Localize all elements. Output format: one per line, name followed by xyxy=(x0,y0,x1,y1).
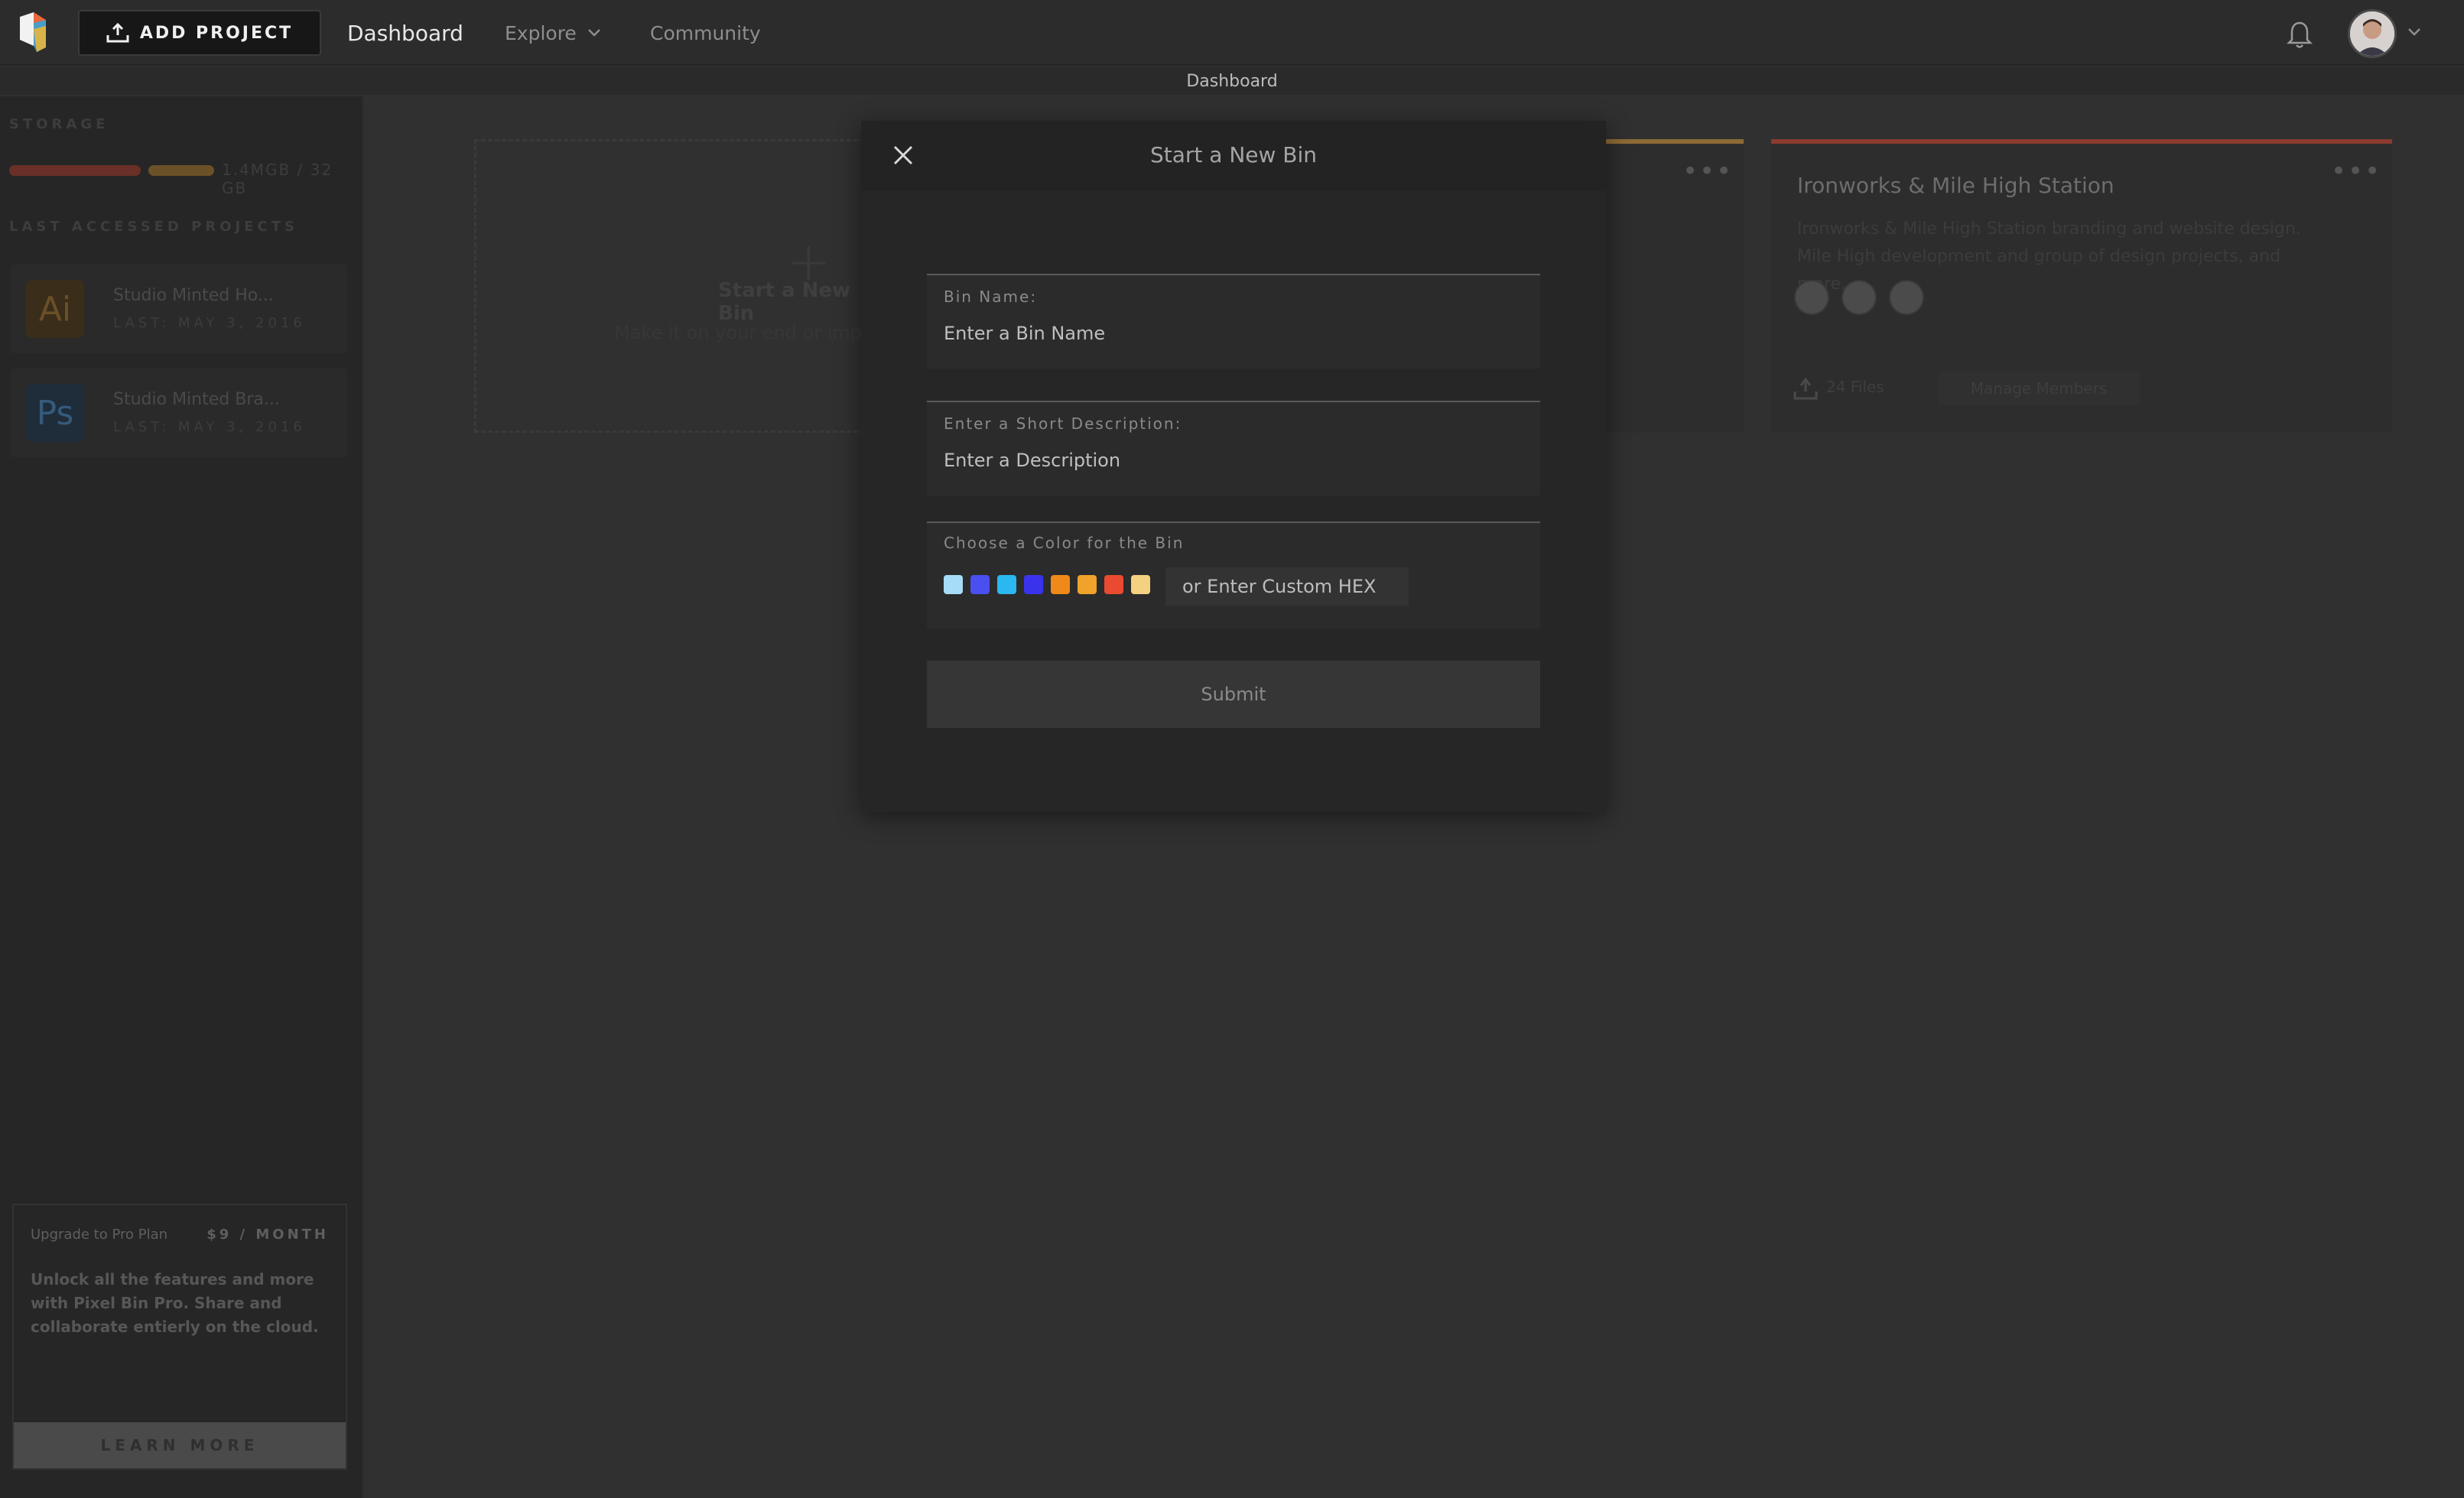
bin-file-count: 24 Files xyxy=(1826,378,1884,396)
pixel-bin-logo-icon[interactable] xyxy=(17,12,49,52)
description-label: Enter a Short Description: xyxy=(944,414,1182,433)
description-field: Enter a Short Description: xyxy=(927,401,1540,496)
nav-dashboard-label: Dashboard xyxy=(347,20,463,46)
color-swatch-list xyxy=(944,575,1150,594)
sidebar: STORAGE 1.4MGB / 32 GB LAST ACCESSED PRO… xyxy=(0,96,364,1498)
color-picker-label: Choose a Color for the Bin xyxy=(944,534,1185,552)
project-name: Studio Minted Bra... xyxy=(113,390,280,409)
bin-name-input[interactable] xyxy=(942,318,1523,349)
add-project-button[interactable]: ADD PROJECT xyxy=(78,10,321,56)
new-bin-modal: Start a New Bin Bin Name: Enter a Short … xyxy=(861,121,1606,812)
storage-bar-secondary xyxy=(148,165,214,176)
bin-name-field: Bin Name: xyxy=(927,274,1540,369)
project-name: Studio Minted Ho... xyxy=(113,286,274,305)
learn-more-button[interactable]: LEARN MORE xyxy=(14,1422,346,1468)
nav-community-label: Community xyxy=(650,21,761,44)
start-new-bin-card[interactable]: + Start a New Bin Make it on your end or… xyxy=(474,139,905,433)
project-date: LAST: MAY 3, 2016 xyxy=(113,419,306,435)
user-portrait-icon xyxy=(2350,11,2394,56)
recent-project-item[interactable]: Ai Studio Minted Ho... LAST: MAY 3, 2016 xyxy=(11,265,347,353)
custom-hex-input[interactable] xyxy=(1165,567,1409,606)
modal-title: Start a New Bin xyxy=(1149,141,1318,167)
notification-bell-icon[interactable] xyxy=(2287,20,2313,49)
new-bin-card-title: Start a New Bin xyxy=(718,279,851,325)
color-swatch[interactable] xyxy=(997,575,1016,594)
bin-card[interactable]: ••• Ironworks & Mile High Station Ironwo… xyxy=(1771,139,2392,433)
page-subheader: Dashboard xyxy=(0,67,2464,95)
color-swatch[interactable] xyxy=(1131,575,1150,594)
nav-explore-label: Explore xyxy=(505,21,577,44)
color-swatch[interactable] xyxy=(970,575,990,594)
color-picker-field: Choose a Color for the Bin xyxy=(927,522,1540,629)
account-menu-chevron-icon[interactable] xyxy=(2407,28,2421,37)
color-swatch[interactable] xyxy=(1024,575,1043,594)
page-title: Dashboard xyxy=(1186,71,1278,91)
member-avatar[interactable] xyxy=(1841,280,1877,315)
chevron-down-icon xyxy=(587,29,600,37)
nav-explore-dropdown[interactable]: Explore xyxy=(505,0,601,66)
upgrade-promo-box: Upgrade to Pro Plan $9 / MONTH Unlock al… xyxy=(12,1204,347,1470)
recent-project-item[interactable]: Ps Studio Minted Bra... LAST: MAY 3, 201… xyxy=(11,369,347,457)
upgrade-title: Upgrade to Pro Plan xyxy=(31,1227,168,1243)
user-avatar[interactable] xyxy=(2348,9,2397,58)
more-options-icon[interactable]: ••• xyxy=(1682,156,1733,187)
add-project-label: ADD PROJECT xyxy=(139,23,294,43)
upgrade-description: Unlock all the features and more with Pi… xyxy=(31,1270,319,1336)
bin-accent-bar xyxy=(1771,139,2392,144)
upload-tray-icon xyxy=(1793,378,1818,400)
storage-usage-text: 1.4MGB / 32 GB xyxy=(222,161,333,197)
upload-tray-icon xyxy=(106,23,129,43)
member-avatar[interactable] xyxy=(1794,280,1829,315)
color-swatch[interactable] xyxy=(1051,575,1070,594)
color-swatch[interactable] xyxy=(1078,575,1097,594)
manage-members-button[interactable]: Manage Members xyxy=(1938,372,2140,405)
top-navigation-bar: ADD PROJECT Dashboard Explore Community xyxy=(0,0,2464,66)
bin-name-label: Bin Name: xyxy=(944,288,1038,306)
illustrator-app-icon: Ai xyxy=(26,280,84,338)
color-swatch[interactable] xyxy=(1104,575,1123,594)
color-swatch[interactable] xyxy=(944,575,963,594)
description-input[interactable] xyxy=(942,445,1523,476)
bin-title: Ironworks & Mile High Station xyxy=(1797,173,2115,198)
nav-dashboard[interactable]: Dashboard xyxy=(347,0,463,66)
upgrade-price: $9 / MONTH xyxy=(206,1227,329,1243)
recent-projects-label: LAST ACCESSED PROJECTS xyxy=(9,219,298,235)
member-avatar[interactable] xyxy=(1889,280,1924,315)
photoshop-app-icon: Ps xyxy=(26,384,84,442)
storage-bar-used xyxy=(9,165,141,176)
bin-description: Ironworks & Mile High Station branding a… xyxy=(1797,219,2301,294)
close-icon[interactable] xyxy=(890,142,916,168)
modal-header: Start a New Bin xyxy=(861,121,1606,191)
more-options-icon[interactable]: ••• xyxy=(2331,156,2381,187)
submit-button[interactable]: Submit xyxy=(927,661,1540,728)
nav-community[interactable]: Community xyxy=(650,0,761,66)
storage-label: STORAGE xyxy=(9,116,109,132)
project-date: LAST: MAY 3, 2016 xyxy=(113,315,306,331)
